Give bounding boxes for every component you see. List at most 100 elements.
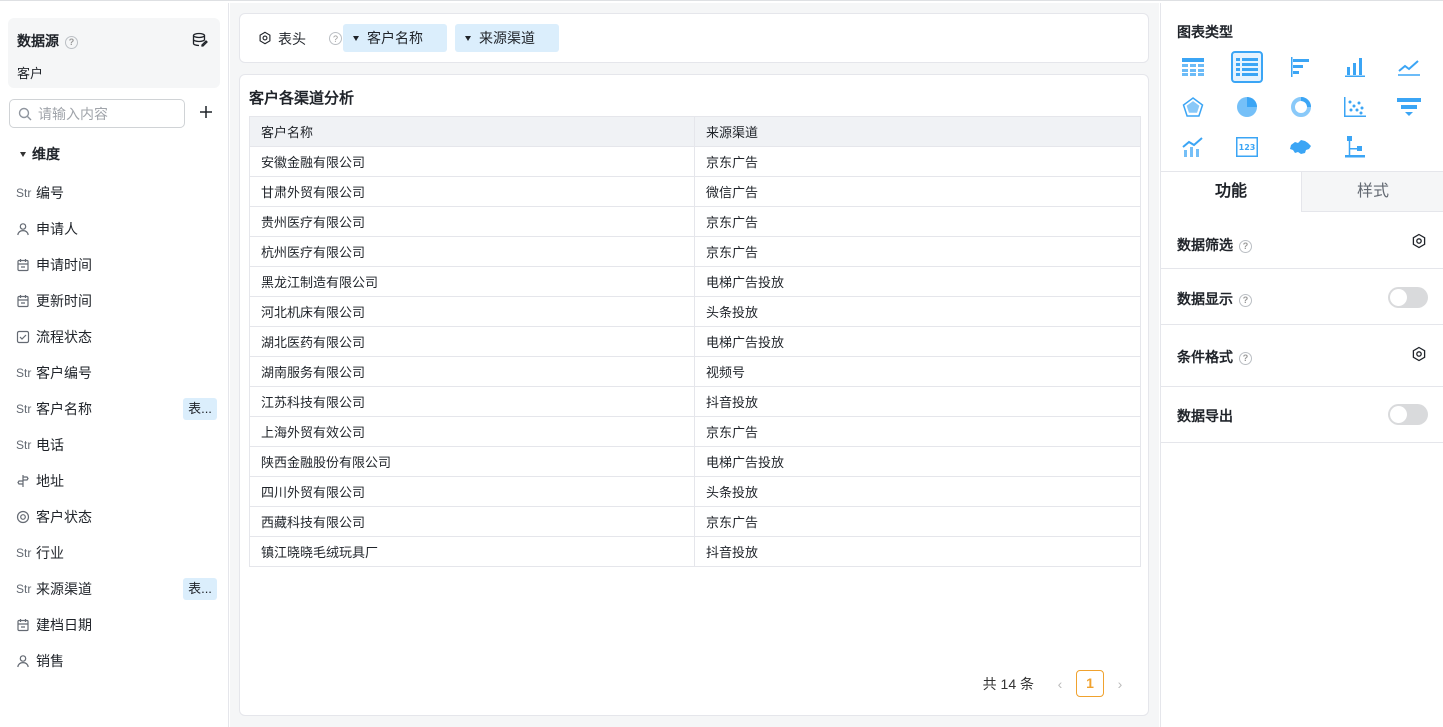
tree-icon[interactable] [1339,131,1371,163]
table-row: 西藏科技有限公司 京东广告 [249,506,1141,537]
column-header[interactable]: 客户名称 [249,116,695,147]
table-row: 镇江晓晓毛绒玩具厂 抖音投放 [249,536,1141,567]
table-row: 黑龙江制造有限公司 电梯广告投放 [249,266,1141,297]
table-cell: 江苏科技有限公司 [249,386,695,417]
string-type-label: Str [16,366,32,380]
table-cell: 安徽金融有限公司 [249,146,695,177]
field-label: 客户编号 [36,365,92,381]
person-icon [16,222,36,236]
donut-icon[interactable] [1285,91,1317,123]
field-list: Str 编号 申请人 申请时间 更新时间 流程状态 Str 客户编号 Str 客户名称 表... St… [0,175,228,679]
calendar-icon [16,618,36,632]
field-item[interactable]: Str 编号 [0,175,228,211]
table-row: 河北机床有限公司 头条投放 [249,296,1141,327]
field-item[interactable]: 地址 [0,463,228,499]
combo-chart-icon[interactable] [1177,131,1209,163]
header-field-pill[interactable]: 客户名称 [343,24,447,52]
data-display-toggle[interactable] [1388,287,1428,308]
field-item[interactable]: Str 客户名称 表... [0,391,228,427]
bar-chart-icon[interactable] [1339,51,1371,83]
table-row: 四川外贸有限公司 头条投放 [249,476,1141,507]
chevron-right-icon[interactable]: › [1112,676,1128,692]
data-export-toggle[interactable] [1388,404,1428,425]
table-cell: 抖音投放 [694,386,1141,417]
radar-icon[interactable] [1177,91,1209,123]
field-item[interactable]: Str 电话 [0,427,228,463]
table-cell: 京东广告 [694,236,1141,267]
table-cell: 京东广告 [694,416,1141,447]
field-search[interactable] [9,99,185,128]
page-number[interactable]: 1 [1076,670,1104,697]
datasource-name: 客户 [17,66,44,81]
caret-down-icon [465,36,471,41]
scatter-icon[interactable] [1339,91,1371,123]
field-label: 编号 [36,185,64,201]
field-item[interactable]: 申请人 [0,211,228,247]
table-cell: 抖音投放 [694,536,1141,567]
line-chart-icon[interactable] [1393,51,1425,83]
field-item[interactable]: Str 来源渠道 表... [0,571,228,607]
total-count: 共 14 条 [982,675,1034,692]
field-label: 电话 [36,437,64,453]
field-usage-tag[interactable]: 表... [183,398,217,420]
dimension-header[interactable]: 维度 [20,144,60,164]
field-item[interactable]: 销售 [0,643,228,679]
field-item[interactable]: 客户状态 [0,499,228,535]
horizontal-bar-icon[interactable] [1285,51,1317,83]
field-label: 申请时间 [36,257,92,273]
person-icon [16,654,36,668]
table-cell: 杭州医疗有限公司 [249,236,695,267]
table-cell: 电梯广告投放 [694,326,1141,357]
table-cell: 微信广告 [694,176,1141,207]
table-row: 上海外贸有效公司 京东广告 [249,416,1141,447]
field-item[interactable]: 申请时间 [0,247,228,283]
table-title: 客户各渠道分析 [249,90,355,107]
field-item[interactable]: Str 行业 [0,535,228,571]
field-usage-tag[interactable]: 表... [183,578,217,600]
canvas-area: 表头 ? 客户名称 来源渠道 客户各渠道分析 客户名称 来源渠道 安徽金融有限公… [230,3,1159,727]
pie-icon[interactable] [1231,91,1263,123]
settings-icon[interactable] [258,31,272,45]
string-type-label: Str [16,438,32,452]
table-row: 杭州医疗有限公司 京东广告 [249,236,1141,267]
help-icon[interactable]: ? [1239,293,1252,307]
datasource-box[interactable]: 数据源? 客户 [8,18,220,88]
table-cell: 头条投放 [694,296,1141,327]
table-cell: 河北机床有限公司 [249,296,695,327]
settings-icon[interactable] [1411,233,1427,249]
help-icon[interactable]: ? [1239,239,1252,253]
field-item[interactable]: 建档日期 [0,607,228,643]
function-list: 数据筛选? 数据显示? 条件格式? 数据导出 [1161,211,1443,443]
table-cell: 电梯广告投放 [694,266,1141,297]
field-label: 客户状态 [36,509,92,525]
database-switch-icon[interactable] [192,32,208,48]
help-icon[interactable]: ? [1239,351,1252,365]
field-item[interactable]: 流程状态 [0,319,228,355]
search-input[interactable] [38,104,178,123]
field-item[interactable]: 更新时间 [0,283,228,319]
add-field-icon[interactable] [198,104,214,120]
table-row: 江苏科技有限公司 抖音投放 [249,386,1141,417]
field-label: 更新时间 [36,293,92,309]
table-header-row: 客户名称 来源渠道 [249,116,1141,147]
header-field-pill[interactable]: 来源渠道 [455,24,559,52]
table-row: 湖北医药有限公司 电梯广告投放 [249,326,1141,357]
tab-function[interactable]: 功能 [1161,172,1301,212]
calendar-icon [16,258,36,272]
help-icon[interactable]: ? [65,35,78,49]
function-row-condition: 条件格式? [1161,325,1443,387]
help-icon[interactable]: ? [329,32,342,45]
settings-icon[interactable] [1411,346,1427,362]
column-header[interactable]: 来源渠道 [694,116,1141,147]
chevron-left-icon[interactable]: ‹ [1052,676,1068,692]
detail-table-icon[interactable] [1231,51,1263,83]
header-label: 表头 [278,31,306,47]
funnel-icon[interactable] [1393,91,1425,123]
number-card-icon[interactable]: 123 [1231,131,1263,163]
map-icon[interactable] [1285,131,1317,163]
tab-style[interactable]: 样式 [1301,172,1443,212]
field-item[interactable]: Str 客户编号 [0,355,228,391]
checkbox-icon [16,330,36,344]
table-cell: 黑龙江制造有限公司 [249,266,695,297]
table-icon[interactable] [1177,51,1209,83]
